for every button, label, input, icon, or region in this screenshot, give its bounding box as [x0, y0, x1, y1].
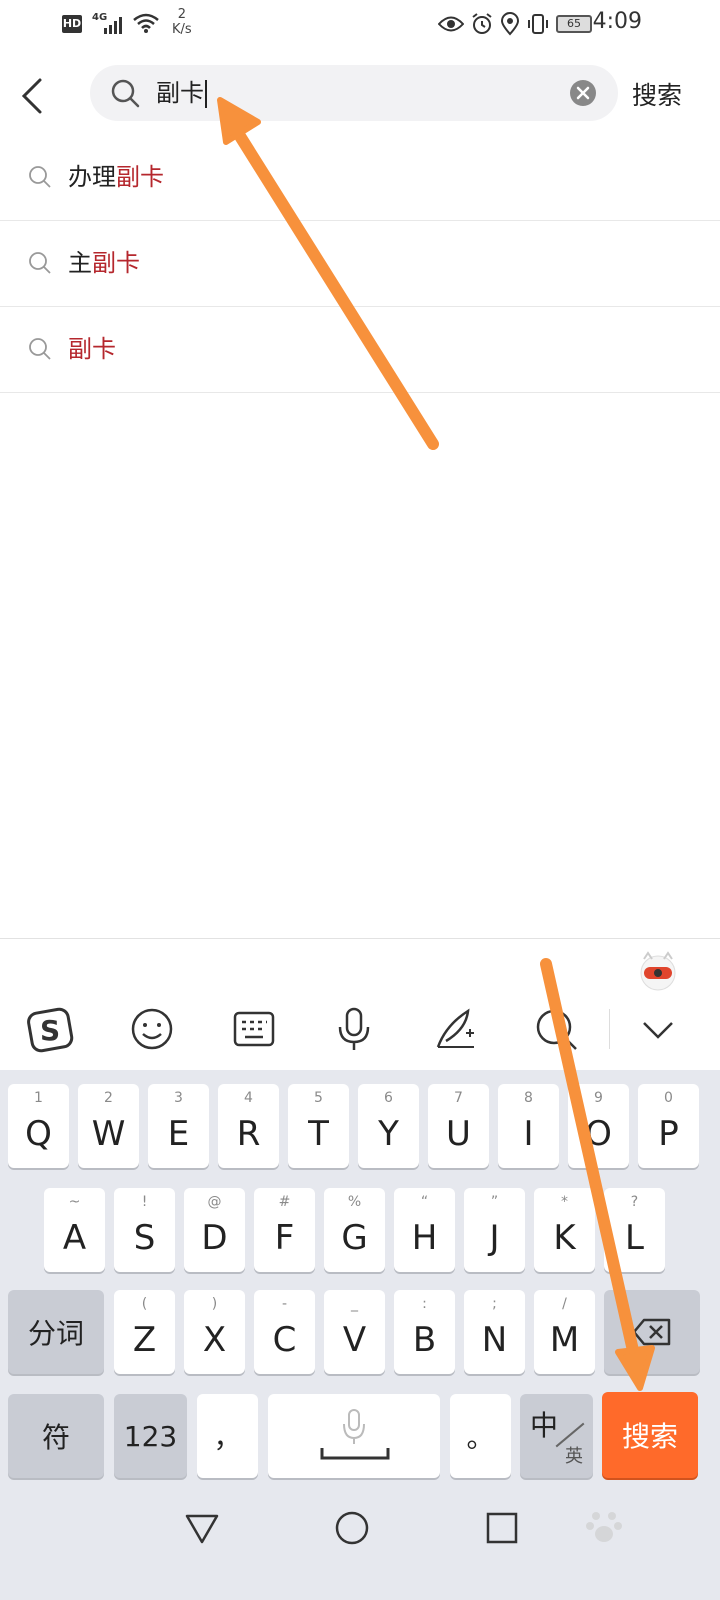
annotation-arrows: [217, 97, 655, 1391]
arrow-to-search-box: [217, 97, 439, 450]
screen: { "status_bar": { "hd": "HD", "net_type"…: [0, 0, 720, 1600]
arrow-to-search-key: [540, 958, 655, 1391]
